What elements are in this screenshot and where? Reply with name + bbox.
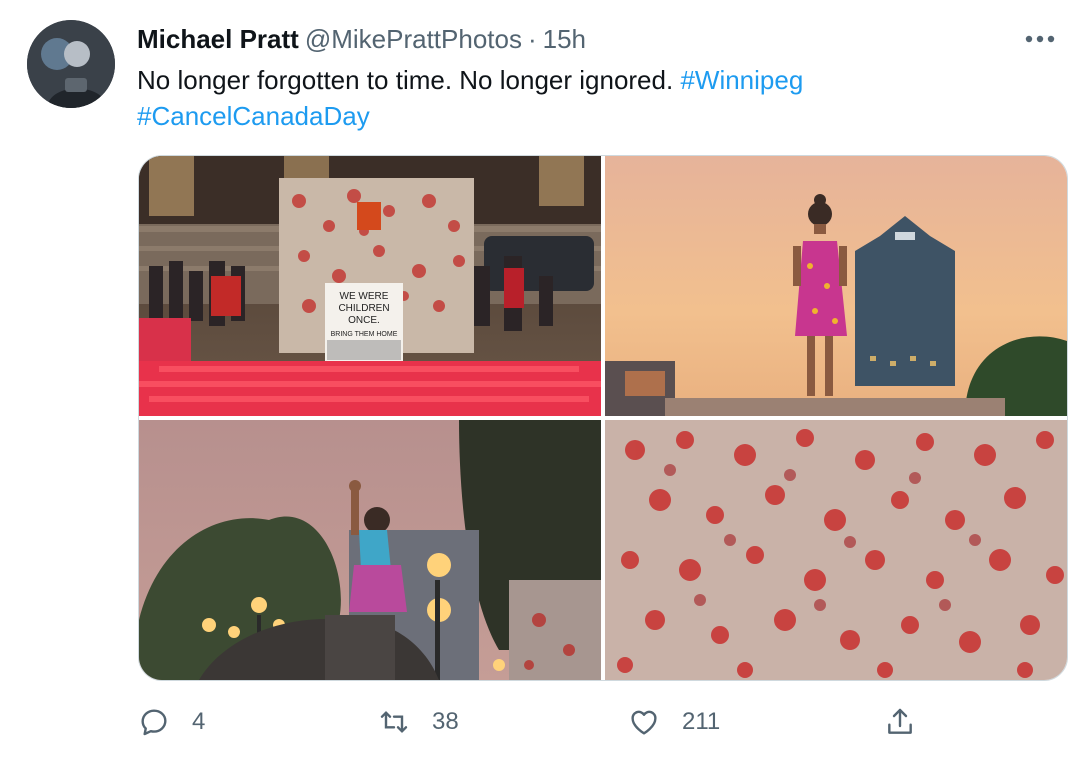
sign-text: CHILDREN [338,303,389,314]
tweet-actions: 4 38 211 [138,700,928,744]
retweet-icon [380,711,408,733]
hashtag-link[interactable]: #Winnipeg [680,65,803,95]
timestamp[interactable]: 15h [543,24,586,54]
share-icon [888,708,912,734]
photo-monument-crowd[interactable]: WE WERE CHILDREN ONCE. BRING THEM HOME [139,156,601,416]
like-button[interactable]: 211 [628,700,720,744]
sign-text: ONCE. [348,315,380,326]
more-icon [1025,35,1055,43]
retweet-count: 38 [432,708,459,735]
tweet-card[interactable]: Michael Pratt @MikePrattPhotos · 15h No lon… [0,0,1080,757]
retweet-button[interactable]: 38 [378,700,459,744]
avatar[interactable] [27,20,115,108]
hashtag-link[interactable]: #CancelCanadaDay [137,101,370,131]
tweet-header: Michael Pratt @MikePrattPhotos · 15h [137,22,586,56]
reply-icon [141,709,167,736]
share-button[interactable] [884,700,916,744]
reply-count: 4 [192,708,206,735]
sign-text: WE WERE [340,291,389,302]
display-name[interactable]: Michael Pratt [137,24,299,54]
sign-text: BRING THEM HOME [331,331,398,338]
photo-handprints[interactable] [605,420,1067,680]
photo-child-sunset[interactable] [605,156,1067,416]
photo-raised-fist[interactable] [139,420,601,680]
like-count: 211 [682,708,721,735]
tweet-text-main: No longer forgotten to time. No longer i… [137,65,681,95]
reply-button[interactable]: 4 [138,700,205,744]
media-grid: WE WERE CHILDREN ONCE. BRING THEM HOME [138,155,1068,681]
user-handle[interactable]: @MikePrattPhotos [305,24,522,54]
separator-dot: · [527,24,537,54]
tweet-text: No longer forgotten to time. No longer i… [137,62,1037,134]
like-icon [631,710,657,735]
more-options-button[interactable] [1022,22,1058,56]
